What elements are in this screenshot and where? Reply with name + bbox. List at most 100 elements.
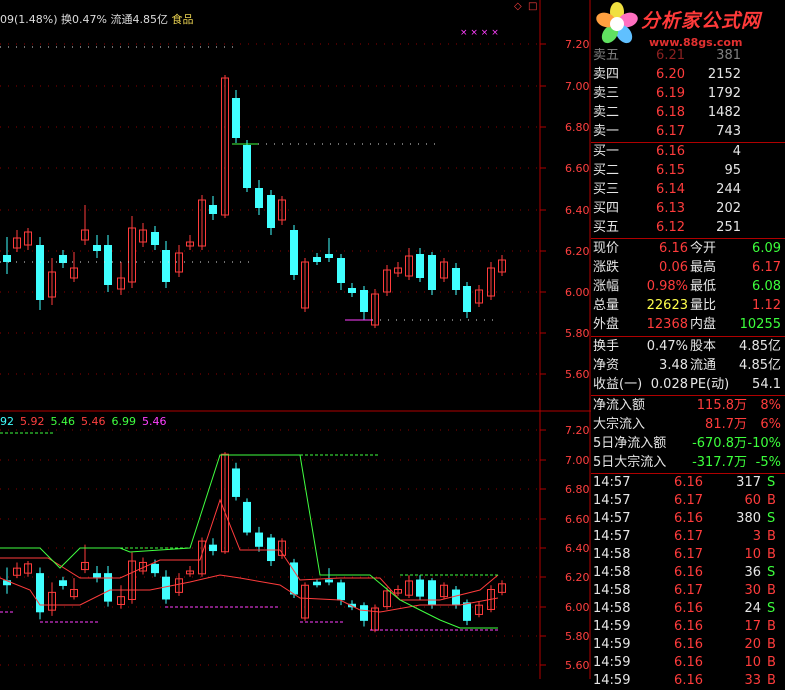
candle-lower[interactable] bbox=[416, 575, 424, 600]
flow-row[interactable]: 5日净流入额 -670.8万 -10% bbox=[591, 435, 785, 453]
candle[interactable] bbox=[416, 248, 424, 282]
candle[interactable] bbox=[70, 252, 78, 282]
kline-chart[interactable]: 7.20 7.00 6.80 6.60 6.40 6.20 6.00 5.80 5.60 7.20… bbox=[0, 0, 591, 679]
tick-row[interactable]: 14:59 6.16 17 B bbox=[591, 618, 785, 636]
candle[interactable] bbox=[139, 223, 147, 247]
candle-lower[interactable] bbox=[48, 582, 56, 616]
candle-lower[interactable] bbox=[348, 600, 356, 611]
quote-row[interactable]: 涨幅 0.98% 最低 6.08 bbox=[591, 278, 785, 296]
candle[interactable] bbox=[290, 225, 298, 280]
candle[interactable] bbox=[440, 258, 448, 282]
candle[interactable] bbox=[59, 250, 67, 268]
candle-lower[interactable] bbox=[498, 580, 506, 596]
tick-row[interactable]: 14:58 6.16 36 S bbox=[591, 564, 785, 582]
candle[interactable] bbox=[371, 289, 379, 328]
buy-order-row[interactable]: 买一 6.16 4 bbox=[591, 143, 785, 161]
close-icon[interactable]: □ bbox=[528, 1, 537, 12]
candle[interactable] bbox=[128, 216, 136, 288]
candle[interactable] bbox=[186, 235, 194, 250]
tick-row[interactable]: 14:57 6.17 3 B bbox=[591, 528, 785, 546]
candle[interactable] bbox=[162, 241, 170, 288]
candle-lower[interactable] bbox=[337, 579, 345, 606]
buy-order-row[interactable]: 买五 6.12 251 bbox=[591, 219, 785, 237]
buy-order-row[interactable]: 买三 6.14 244 bbox=[591, 181, 785, 199]
candle[interactable] bbox=[117, 262, 125, 295]
tick-row[interactable]: 14:59 6.16 20 B bbox=[591, 636, 785, 654]
candle-lower[interactable] bbox=[13, 562, 21, 579]
candle[interactable] bbox=[278, 196, 286, 225]
sell-order-row[interactable]: 卖二 6.18 1482 bbox=[591, 104, 785, 122]
candle[interactable] bbox=[348, 283, 356, 297]
candle[interactable] bbox=[198, 195, 206, 250]
candle[interactable] bbox=[452, 263, 460, 295]
candle-lower[interactable] bbox=[243, 498, 251, 536]
candle-lower[interactable] bbox=[24, 561, 32, 577]
candle-lower[interactable] bbox=[128, 552, 136, 604]
buy-order-row[interactable]: 买二 6.15 95 bbox=[591, 162, 785, 180]
candle-lower[interactable] bbox=[104, 566, 112, 607]
candle-lower[interactable] bbox=[70, 578, 78, 600]
candle-lower[interactable] bbox=[394, 585, 402, 596]
candle[interactable] bbox=[232, 90, 240, 143]
candle-lower[interactable] bbox=[371, 604, 379, 633]
candle-lower[interactable] bbox=[325, 568, 333, 586]
candle[interactable] bbox=[463, 282, 471, 318]
candle-lower[interactable] bbox=[117, 585, 125, 609]
candle[interactable] bbox=[313, 253, 321, 265]
candle-lower[interactable] bbox=[440, 582, 448, 600]
candle[interactable] bbox=[487, 262, 495, 300]
fundamental-row[interactable]: 净资 3.48 流通 4.85亿 bbox=[591, 357, 785, 375]
candle[interactable] bbox=[81, 205, 89, 245]
tick-row[interactable]: 14:58 6.17 10 B bbox=[591, 546, 785, 564]
buy-order-row[interactable]: 买四 6.13 202 bbox=[591, 200, 785, 218]
candle[interactable] bbox=[360, 286, 368, 320]
candle[interactable] bbox=[383, 265, 391, 296]
fundamental-row[interactable]: 收益(一) 0.028 PE(动) 54.1 bbox=[591, 376, 785, 394]
candle-lower[interactable] bbox=[198, 537, 206, 577]
candle[interactable] bbox=[428, 252, 436, 295]
candle[interactable] bbox=[301, 258, 309, 312]
candle[interactable] bbox=[151, 226, 159, 250]
quote-row[interactable]: 总量 22623 量比 1.12 bbox=[591, 297, 785, 315]
quote-row[interactable]: 涨跌 0.06 最高 6.17 bbox=[591, 259, 785, 277]
candle-lower[interactable] bbox=[428, 578, 436, 609]
candle[interactable] bbox=[325, 238, 333, 262]
diamond-icon[interactable]: ◇ bbox=[514, 1, 522, 12]
candle[interactable] bbox=[24, 228, 32, 250]
tick-row[interactable]: 14:57 6.16 380 S bbox=[591, 510, 785, 528]
candle[interactable] bbox=[405, 248, 413, 280]
candle-lower[interactable] bbox=[405, 575, 413, 599]
candle[interactable] bbox=[221, 75, 229, 218]
candle-lower[interactable] bbox=[186, 566, 194, 577]
tick-row[interactable]: 14:59 6.16 33 B bbox=[591, 672, 785, 690]
candle[interactable] bbox=[175, 245, 183, 277]
candle[interactable] bbox=[93, 235, 101, 258]
candle-lower[interactable] bbox=[301, 582, 309, 621]
candle-lower[interactable] bbox=[221, 452, 229, 554]
candle[interactable] bbox=[267, 190, 275, 235]
tick-row[interactable]: 14:57 6.16 317 S bbox=[591, 474, 785, 492]
candle-lower[interactable] bbox=[313, 578, 321, 588]
sell-order-row[interactable]: 卖一 6.17 743 bbox=[591, 123, 785, 141]
candle[interactable] bbox=[3, 237, 11, 274]
candle[interactable] bbox=[337, 254, 345, 290]
candle[interactable] bbox=[498, 255, 506, 276]
quote-row[interactable]: 外盘 12368 内盘 10255 bbox=[591, 316, 785, 334]
candle-lower[interactable] bbox=[81, 544, 89, 574]
candle[interactable] bbox=[394, 262, 402, 277]
sell-order-row[interactable]: 卖五 6.21 381 bbox=[591, 47, 785, 65]
tick-row[interactable]: 14:59 6.16 10 B bbox=[591, 654, 785, 672]
candle[interactable] bbox=[475, 285, 483, 307]
candle[interactable] bbox=[36, 237, 44, 310]
flow-row[interactable]: 大宗流入 81.7万 6% bbox=[591, 416, 785, 434]
candle-lower[interactable] bbox=[232, 462, 240, 501]
flow-row[interactable]: 净流入额 115.8万 8% bbox=[591, 397, 785, 415]
candle-lower[interactable] bbox=[475, 601, 483, 618]
fundamental-row[interactable]: 换手 0.47% 股本 4.85亿 bbox=[591, 338, 785, 356]
sell-order-row[interactable]: 卖三 6.19 1792 bbox=[591, 85, 785, 103]
candle-lower[interactable] bbox=[93, 566, 101, 583]
tick-row[interactable]: 14:58 6.17 30 B bbox=[591, 582, 785, 600]
flow-row[interactable]: 5日大宗流入 -317.7万 -5% bbox=[591, 454, 785, 472]
candle[interactable] bbox=[48, 258, 56, 305]
candle-lower[interactable] bbox=[36, 567, 44, 620]
